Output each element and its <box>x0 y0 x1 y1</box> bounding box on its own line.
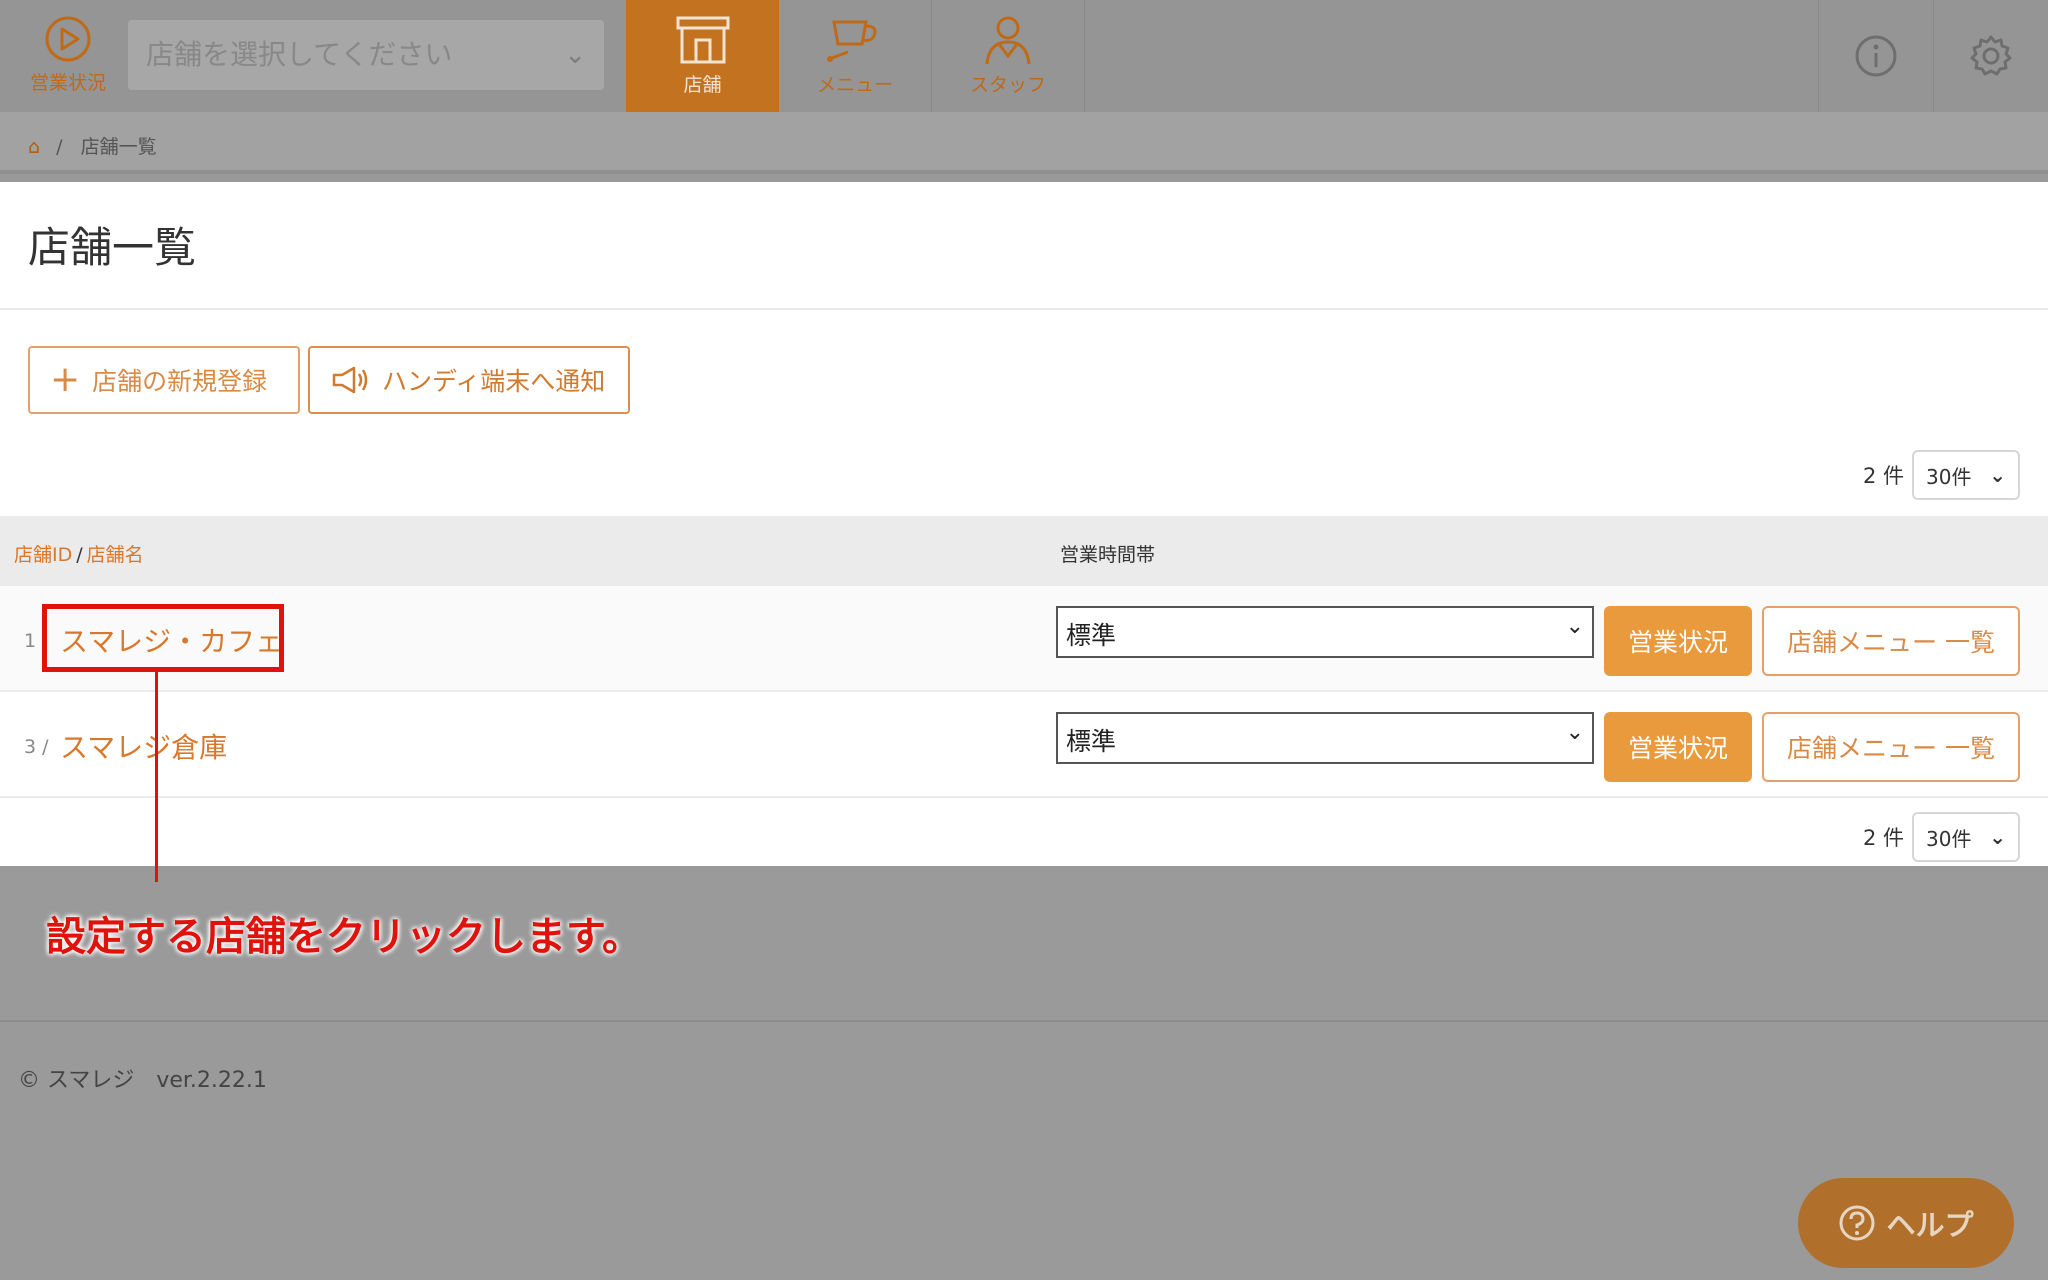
store-menu-list-button[interactable]: 店舗メニュー 一覧 <box>1762 712 2020 782</box>
chevron-down-icon: ⌄ <box>1565 614 1584 639</box>
storefront-icon <box>676 16 729 64</box>
per-page-value: 30件 <box>1926 464 1972 489</box>
chevron-down-icon: ⌄ <box>1989 463 2006 487</box>
staff-icon <box>985 16 1031 65</box>
instruction-annotation: 設定する店舗をクリックします。 <box>46 914 642 960</box>
home-icon[interactable]: ⌂ <box>28 136 40 158</box>
question-circle-icon <box>1839 1205 1875 1241</box>
nav-status-label: 営業状況 <box>29 72 106 94</box>
nav-business-status[interactable]: 営業状況 <box>18 14 118 104</box>
per-page-select[interactable]: 30件 ⌄ <box>1912 812 2020 862</box>
info-icon <box>1855 35 1896 77</box>
breadcrumb-separator: / <box>56 136 63 158</box>
record-count: 2 件 <box>1862 464 1904 488</box>
tab-store-label: 店舗 <box>683 74 722 96</box>
per-page-select[interactable]: 30件 ⌄ <box>1912 450 2020 500</box>
table-row: 3 / スマレジ倉庫 標準 ⌄ 営業状況 店舗メニュー 一覧 <box>0 692 2048 798</box>
chevron-down-icon: ⌄ <box>564 40 586 70</box>
store-select-dropdown[interactable]: 店舗を選択してください ⌄ <box>128 20 604 90</box>
info-button[interactable] <box>1818 0 1932 112</box>
copyright-version: © スマレジ ver.2.22.1 <box>18 1068 267 1093</box>
coffee-cup-icon <box>827 20 877 62</box>
settings-button[interactable] <box>1933 0 2047 112</box>
megaphone-icon <box>332 366 368 394</box>
page-title: 店舗一覧 <box>28 223 197 272</box>
gear-icon <box>1970 35 2011 76</box>
plus-icon: + <box>50 359 81 400</box>
new-store-button[interactable]: + 店舗の新規登録 <box>28 346 300 414</box>
chevron-down-icon: ⌄ <box>1565 720 1584 745</box>
store-id: 3 / <box>24 736 49 758</box>
tab-staff[interactable]: スタッフ <box>932 0 1085 112</box>
footer-divider <box>0 1020 2048 1022</box>
header-business-hours: 営業時間帯 <box>1060 544 1156 566</box>
business-hours-value: 標準 <box>1066 621 1117 650</box>
title-divider <box>0 308 2048 310</box>
help-button[interactable]: ヘルプ <box>1798 1178 2014 1268</box>
breadcrumb: ⌂ / 店舗一覧 <box>0 112 2048 174</box>
top-nav: 営業状況 店舗を選択してください ⌄ 店舗 メニュー スタッフ <box>0 0 2048 112</box>
help-label: ヘルプ <box>1886 1208 1974 1242</box>
per-page-value: 30件 <box>1926 826 1972 851</box>
store-name-link[interactable]: スマレジ倉庫 <box>60 726 227 766</box>
play-circle-icon <box>45 16 91 62</box>
tab-staff-label: スタッフ <box>969 74 1046 96</box>
bottom-pagination: 2 件 30件 ⌄ <box>1863 812 2020 862</box>
store-menu-list-button[interactable]: 店舗メニュー 一覧 <box>1762 606 2020 676</box>
new-store-label: 店舗の新規登録 <box>92 367 268 396</box>
highlight-box <box>42 604 284 672</box>
business-hours-value: 標準 <box>1066 727 1117 756</box>
header-separator: / <box>76 544 83 566</box>
store-id: 1 <box>24 630 37 652</box>
main-panel: 店舗一覧 + 店舗の新規登録 ハンディ端末へ通知 2 件 30件 ⌄ 店舗ID /… <box>0 182 2048 866</box>
callout-line <box>155 672 158 882</box>
tab-menu[interactable]: メニュー <box>779 0 932 112</box>
breadcrumb-current: 店舗一覧 <box>80 136 157 158</box>
store-select-placeholder: 店舗を選択してください <box>146 38 453 71</box>
business-hours-select[interactable]: 標準 ⌄ <box>1056 712 1594 764</box>
sort-by-store-name[interactable]: 店舗名 <box>87 544 144 566</box>
table-row: 1 スマレジ・カフェ 標準 ⌄ 営業状況 店舗メニュー 一覧 <box>0 586 2048 692</box>
business-hours-select[interactable]: 標準 ⌄ <box>1056 606 1594 658</box>
table-header: 店舗ID / 店舗名 営業時間帯 <box>0 516 2048 586</box>
business-status-button[interactable]: 営業状況 <box>1604 606 1752 676</box>
chevron-down-icon: ⌄ <box>1989 825 2006 849</box>
notify-handy-label: ハンディ端末へ通知 <box>382 367 606 396</box>
top-pagination: 2 件 30件 ⌄ <box>1863 450 2020 500</box>
tab-store[interactable]: 店舗 <box>626 0 779 112</box>
business-status-button[interactable]: 営業状況 <box>1604 712 1752 782</box>
tab-menu-label: メニュー <box>816 74 893 96</box>
notify-handy-button[interactable]: ハンディ端末へ通知 <box>308 346 630 414</box>
sort-by-store-id[interactable]: 店舗ID <box>14 544 72 566</box>
record-count: 2 件 <box>1862 826 1904 850</box>
